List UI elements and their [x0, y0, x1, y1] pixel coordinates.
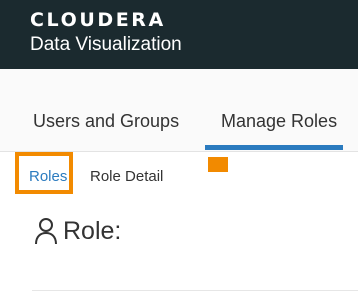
tab-manage-roles[interactable]: Manage Roles	[221, 111, 337, 132]
tab-bar: Users and Groups Manage Roles	[0, 69, 358, 151]
brand-logo: CLOUDERA	[30, 9, 166, 31]
product-name: Data Visualization	[30, 34, 182, 55]
main-content: Users and Groups Manage Roles Roles Role…	[0, 69, 358, 292]
role-heading: Role:	[33, 214, 121, 248]
role-title: Role:	[63, 216, 122, 245]
highlight-marker	[208, 157, 228, 172]
user-icon	[35, 218, 57, 245]
breadcrumb-role-detail-link[interactable]: Role Detail	[90, 168, 163, 185]
tab-users-and-groups[interactable]: Users and Groups	[33, 111, 179, 132]
breadcrumb-roles-link[interactable]: Roles	[29, 168, 67, 185]
active-tab-indicator	[205, 145, 343, 150]
role-panel: Roles Role Detail Role:	[0, 152, 358, 292]
app-header: CLOUDERA Data Visualization	[0, 0, 358, 69]
section-divider	[32, 290, 358, 291]
